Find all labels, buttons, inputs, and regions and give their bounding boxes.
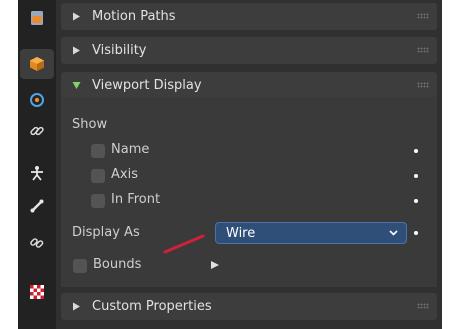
properties-tab-sidebar bbox=[18, 0, 56, 329]
panel-header-custom-properties[interactable]: Custom Properties bbox=[61, 293, 437, 320]
object-data-armature-icon bbox=[31, 166, 43, 181]
drag-grip-icon[interactable] bbox=[417, 82, 429, 88]
bounds-label: Bounds bbox=[93, 257, 142, 272]
bone-icon bbox=[30, 199, 44, 213]
in-front-checkbox[interactable] bbox=[91, 194, 105, 208]
bounds-expand-triangle-icon[interactable] bbox=[210, 259, 220, 274]
tab-object-data-armature[interactable] bbox=[20, 158, 54, 188]
tab-physics[interactable] bbox=[20, 85, 54, 115]
collapsed-triangle-icon bbox=[72, 12, 82, 21]
drag-grip-icon[interactable] bbox=[417, 303, 429, 309]
display-as-value: Wire bbox=[226, 225, 256, 241]
tab-bone[interactable] bbox=[20, 191, 54, 221]
panel-header-label: Viewport Display bbox=[92, 78, 202, 93]
collapsed-triangle-icon bbox=[72, 46, 82, 55]
viewport-display-content: Show Name Axis In Front Display As Wire … bbox=[61, 97, 437, 287]
tab-bone-constraints[interactable] bbox=[20, 228, 54, 258]
display-as-label: Display As bbox=[72, 225, 140, 240]
constraints-icon bbox=[30, 126, 44, 136]
panel-header-motion-paths[interactable]: Motion Paths bbox=[61, 3, 437, 30]
keyframe-dot-icon[interactable] bbox=[414, 199, 418, 203]
keyframe-dot-icon[interactable] bbox=[414, 231, 418, 235]
keyframe-dot-icon[interactable] bbox=[414, 149, 418, 153]
panel-header-label: Motion Paths bbox=[92, 9, 176, 24]
bone-constraints-icon bbox=[30, 238, 44, 248]
object-properties-panel: Motion Paths Visibility Viewport Display… bbox=[56, 0, 442, 329]
drag-grip-icon[interactable] bbox=[417, 13, 429, 19]
texture-icon bbox=[30, 285, 44, 299]
axis-checkbox[interactable] bbox=[91, 169, 105, 183]
tool-settings-icon bbox=[31, 11, 43, 25]
show-label: Show bbox=[72, 117, 108, 132]
axis-label: Axis bbox=[111, 167, 138, 182]
panel-header-label: Visibility bbox=[92, 43, 147, 58]
physics-icon bbox=[30, 93, 44, 107]
display-as-dropdown[interactable]: Wire bbox=[215, 222, 407, 244]
chevron-down-icon bbox=[388, 227, 399, 242]
name-label: Name bbox=[111, 142, 150, 157]
collapsed-triangle-icon bbox=[72, 302, 82, 311]
tab-object-properties[interactable] bbox=[20, 49, 54, 79]
drag-grip-icon[interactable] bbox=[417, 47, 429, 53]
panel-header-label: Custom Properties bbox=[92, 299, 212, 314]
keyframe-dot-icon[interactable] bbox=[414, 174, 418, 178]
tab-constraints[interactable] bbox=[20, 116, 54, 146]
tab-texture[interactable] bbox=[20, 277, 54, 307]
bounds-checkbox[interactable] bbox=[73, 259, 87, 273]
name-checkbox[interactable] bbox=[91, 144, 105, 158]
tab-tool-settings[interactable] bbox=[20, 3, 54, 33]
expanded-triangle-icon bbox=[72, 81, 82, 90]
panel-header-viewport-display[interactable]: Viewport Display bbox=[61, 72, 437, 99]
object-properties-icon bbox=[30, 57, 44, 71]
panel-header-visibility[interactable]: Visibility bbox=[61, 37, 437, 64]
in-front-label: In Front bbox=[111, 192, 161, 207]
